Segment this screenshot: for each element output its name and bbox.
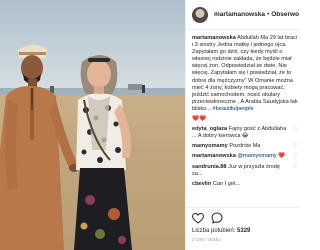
likes-label: Liczba polubień:: [192, 228, 236, 234]
action-icons: [192, 212, 295, 224]
comment-item: sandrunia.88 Juz w przyszła środę za... …: [192, 164, 298, 178]
post-photo[interactable]: [0, 0, 185, 250]
comment-username[interactable]: sandrunia.88: [192, 164, 227, 170]
post-sidebar: martamanowska • Obserwo martamanowska Ab…: [185, 0, 300, 250]
caption-text: Abdullah Ma 29 lat braci i 3 siostry Jed…: [192, 35, 298, 112]
comment-item: cbevlin Can I get...: [192, 181, 298, 187]
post-header: martamanowska • Obserwo: [186, 0, 300, 30]
comment-like-icon[interactable]: ♡: [293, 143, 298, 150]
post-date[interactable]: 2 DNI TEMU: [192, 237, 295, 242]
comment-like-icon[interactable]: ♡: [293, 126, 298, 133]
caption-username[interactable]: martamanowska: [192, 35, 236, 41]
comment-text[interactable]: @mamyomamy ❤️: [237, 153, 285, 159]
avatar[interactable]: [192, 6, 208, 23]
likes-count[interactable]: Liczba polubień: 5329: [192, 228, 295, 234]
comment-like-icon[interactable]: ♡: [293, 164, 298, 171]
comment-text: Pozdrów Ma: [229, 143, 261, 150]
comment-icon[interactable]: [211, 212, 223, 224]
comment-item: mamyomamy Pozdrów Ma ♡: [192, 143, 298, 150]
comments-list: martamanowska Abdullah Ma 29 lat braci i…: [192, 35, 298, 187]
comment-text: Can I get...: [212, 180, 241, 187]
header-username[interactable]: martamanowska: [214, 11, 265, 18]
comment-item: edyta_oglaza Fajny gość z Abdullaha ... …: [192, 126, 298, 140]
comment-item: ❤️❤️: [192, 116, 298, 123]
comment-username[interactable]: martamanowska: [192, 153, 236, 159]
comment-like-icon[interactable]: ♡: [293, 153, 298, 160]
caption-hashtag[interactable]: #beautifulpeople: [213, 106, 254, 112]
post-actions: Liczba polubień: 5329 2 DNI TEMU: [186, 207, 300, 242]
comment-username[interactable]: edyta_oglaza: [192, 126, 227, 132]
follow-button[interactable]: Obserwo: [271, 11, 299, 18]
comment-username[interactable]: mamyomamy: [192, 143, 228, 149]
likes-number: 5329: [237, 228, 251, 234]
post-caption: martamanowska Abdullah Ma 29 lat braci i…: [192, 35, 298, 113]
comment-item: martamanowska @mamyomamy ❤️ ♡: [192, 153, 298, 160]
header-separator: •: [266, 11, 270, 18]
comment-username[interactable]: cbevlin: [192, 181, 211, 187]
heart-icon[interactable]: [192, 212, 204, 224]
comment-text: ❤️❤️: [192, 116, 206, 123]
post-photo-illustration: [0, 0, 185, 250]
